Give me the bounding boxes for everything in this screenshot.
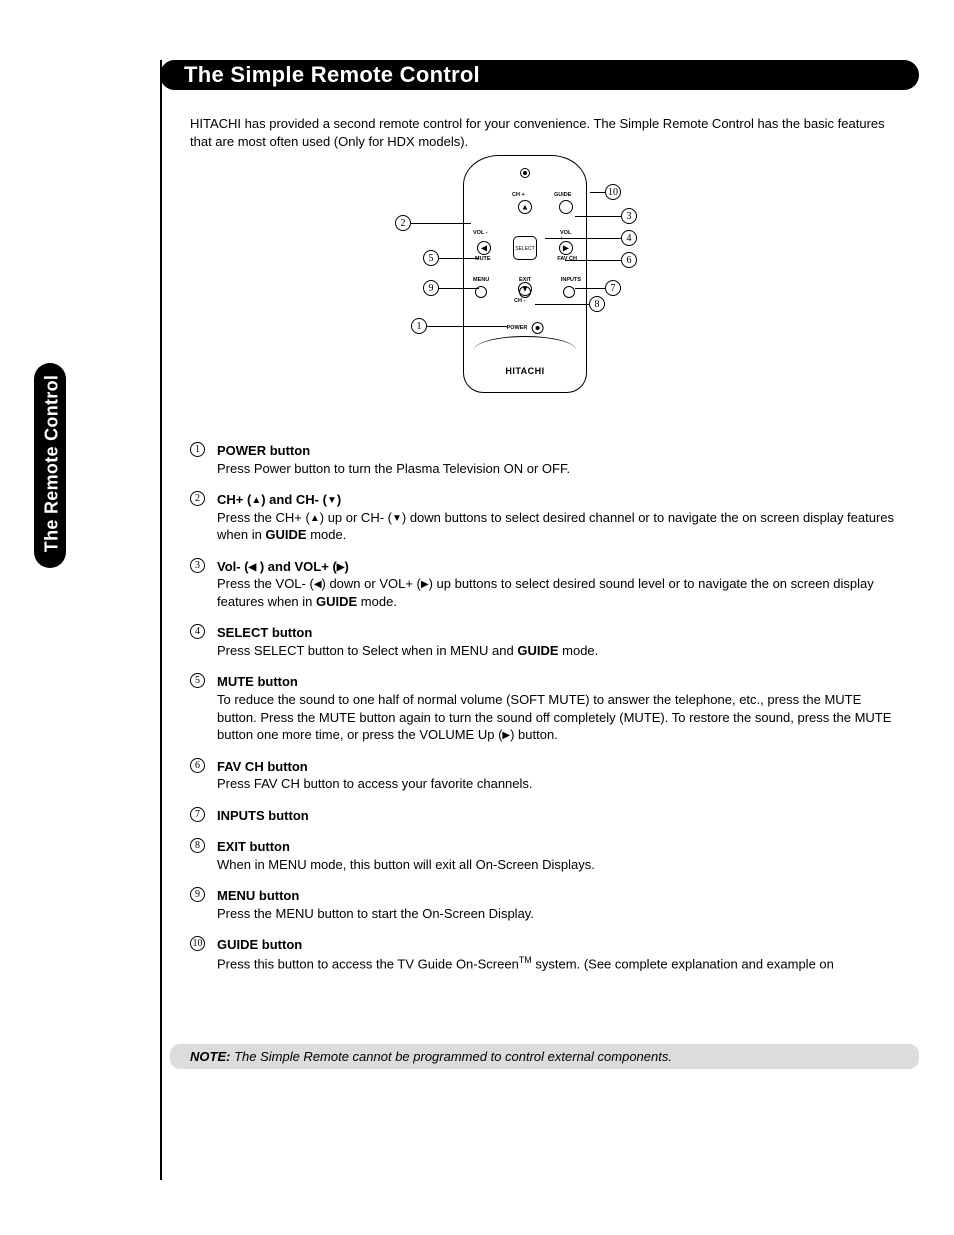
ir-emitter-icon bbox=[520, 168, 530, 178]
intro-paragraph: HITACHI has provided a second remote con… bbox=[190, 115, 894, 150]
leader-10 bbox=[590, 192, 606, 193]
label-power: POWER bbox=[507, 325, 528, 331]
description-item: 8EXIT buttonWhen in MENU mode, this butt… bbox=[195, 838, 899, 873]
select-button-icon: SELECT bbox=[513, 236, 537, 260]
leader-6 bbox=[565, 260, 621, 261]
callout-10: 10 bbox=[605, 184, 621, 200]
label-menu: MENU bbox=[473, 277, 489, 283]
vol-down-button-icon bbox=[477, 241, 491, 255]
label-mute: MUTE bbox=[475, 256, 491, 262]
exit-button-icon bbox=[519, 286, 531, 298]
label-vol-minus: VOL - bbox=[473, 230, 488, 236]
remote-outline: CH + CH - VOL - VOL + GUIDE SELECT MUTE … bbox=[463, 155, 587, 393]
description-item: 2CH+ (▲) and CH- (▼)Press the CH+ (▲) up… bbox=[195, 491, 899, 544]
note-label: NOTE: bbox=[190, 1049, 230, 1064]
label-inputs: INPUTS bbox=[561, 277, 581, 283]
label-ch-plus: CH + bbox=[512, 192, 525, 198]
item-number: 10 bbox=[190, 936, 205, 951]
leader-1 bbox=[427, 326, 507, 327]
description-item: 6FAV CH buttonPress FAV CH button to acc… bbox=[195, 758, 899, 793]
remote-diagram: CH + CH - VOL - VOL + GUIDE SELECT MUTE … bbox=[395, 150, 695, 400]
callout-9: 9 bbox=[423, 280, 439, 296]
item-number: 1 bbox=[190, 442, 205, 457]
brand-logo: HITACHI bbox=[505, 366, 544, 376]
leader-9 bbox=[439, 288, 479, 289]
guide-button-icon bbox=[559, 200, 573, 214]
item-number: 5 bbox=[190, 673, 205, 688]
callout-8: 8 bbox=[589, 296, 605, 312]
item-title: CH+ (▲) and CH- (▼) bbox=[217, 492, 341, 507]
callout-4: 4 bbox=[621, 230, 637, 246]
item-title: MUTE button bbox=[217, 674, 298, 689]
item-title: INPUTS button bbox=[217, 808, 309, 823]
item-description: Press FAV CH button to access your favor… bbox=[217, 775, 899, 793]
item-number: 8 bbox=[190, 838, 205, 853]
leader-3 bbox=[575, 216, 621, 217]
item-description: Press the MENU button to start the On-Sc… bbox=[217, 905, 899, 923]
leader-4 bbox=[545, 238, 621, 239]
callout-6: 6 bbox=[621, 252, 637, 268]
leader-2 bbox=[411, 223, 471, 224]
item-number: 2 bbox=[190, 491, 205, 506]
item-number: 3 bbox=[190, 558, 205, 573]
label-guide: GUIDE bbox=[554, 192, 571, 198]
note-text: The Simple Remote cannot be programmed t… bbox=[230, 1049, 672, 1064]
callout-2: 2 bbox=[395, 215, 411, 231]
leader-7 bbox=[575, 288, 605, 289]
item-number: 6 bbox=[190, 758, 205, 773]
power-button-icon bbox=[531, 322, 543, 334]
remote-divider bbox=[474, 336, 576, 350]
label-fav-ch: FAV CH bbox=[557, 256, 577, 262]
ch-up-button-icon bbox=[518, 200, 532, 214]
item-title: GUIDE button bbox=[217, 937, 302, 952]
description-item: 9MENU buttonPress the MENU button to sta… bbox=[195, 887, 899, 922]
label-ch-minus: CH - bbox=[514, 298, 525, 304]
item-title: Vol- (◀ ) and VOL+ (▶) bbox=[217, 559, 349, 574]
description-item: 7INPUTS button bbox=[195, 807, 899, 825]
leader-8 bbox=[535, 304, 589, 305]
item-description: Press this button to access the TV Guide… bbox=[217, 954, 899, 973]
callout-3: 3 bbox=[621, 208, 637, 224]
description-item: 3Vol- (◀ ) and VOL+ (▶)Press the VOL- (◀… bbox=[195, 558, 899, 611]
item-description: Press SELECT button to Select when in ME… bbox=[217, 642, 899, 660]
description-item: 4SELECT buttonPress SELECT button to Sel… bbox=[195, 624, 899, 659]
item-title: EXIT button bbox=[217, 839, 290, 854]
item-number: 4 bbox=[190, 624, 205, 639]
callout-1: 1 bbox=[411, 318, 427, 334]
description-item: 1POWER buttonPress Power button to turn … bbox=[195, 442, 899, 477]
inputs-button-icon bbox=[563, 286, 575, 298]
item-description: When in MENU mode, this button will exit… bbox=[217, 856, 899, 874]
page-title-bar: The Simple Remote Control bbox=[160, 60, 919, 90]
section-tab-label: The Remote Control bbox=[42, 364, 63, 564]
section-tab: The Remote Control bbox=[34, 363, 66, 568]
item-description: Press the CH+ (▲) up or CH- (▼) down but… bbox=[217, 509, 899, 544]
item-title: FAV CH button bbox=[217, 759, 308, 774]
page-title: The Simple Remote Control bbox=[184, 62, 480, 87]
power-row: POWER bbox=[507, 322, 544, 334]
label-exit: EXIT bbox=[519, 277, 531, 283]
item-number: 7 bbox=[190, 807, 205, 822]
vertical-rule bbox=[160, 60, 162, 1180]
description-item: 5MUTE buttonTo reduce the sound to one h… bbox=[195, 673, 899, 743]
leader-5 bbox=[439, 258, 479, 259]
note-bar: NOTE: The Simple Remote cannot be progra… bbox=[170, 1044, 919, 1069]
menu-exit-inputs-row: MENU EXIT INPUTS bbox=[475, 286, 575, 298]
item-title: SELECT button bbox=[217, 625, 312, 640]
item-description: Press the VOL- (◀) down or VOL+ (▶) up b… bbox=[217, 575, 899, 610]
vol-up-button-icon bbox=[559, 241, 573, 255]
callout-5: 5 bbox=[423, 250, 439, 266]
item-number: 9 bbox=[190, 887, 205, 902]
callout-7: 7 bbox=[605, 280, 621, 296]
item-description: Press Power button to turn the Plasma Te… bbox=[217, 460, 899, 478]
item-title: MENU button bbox=[217, 888, 299, 903]
description-item: 10GUIDE buttonPress this button to acces… bbox=[195, 936, 899, 972]
item-description: To reduce the sound to one half of norma… bbox=[217, 691, 899, 744]
item-title: POWER button bbox=[217, 443, 310, 458]
button-descriptions: 1POWER buttonPress Power button to turn … bbox=[195, 442, 899, 987]
